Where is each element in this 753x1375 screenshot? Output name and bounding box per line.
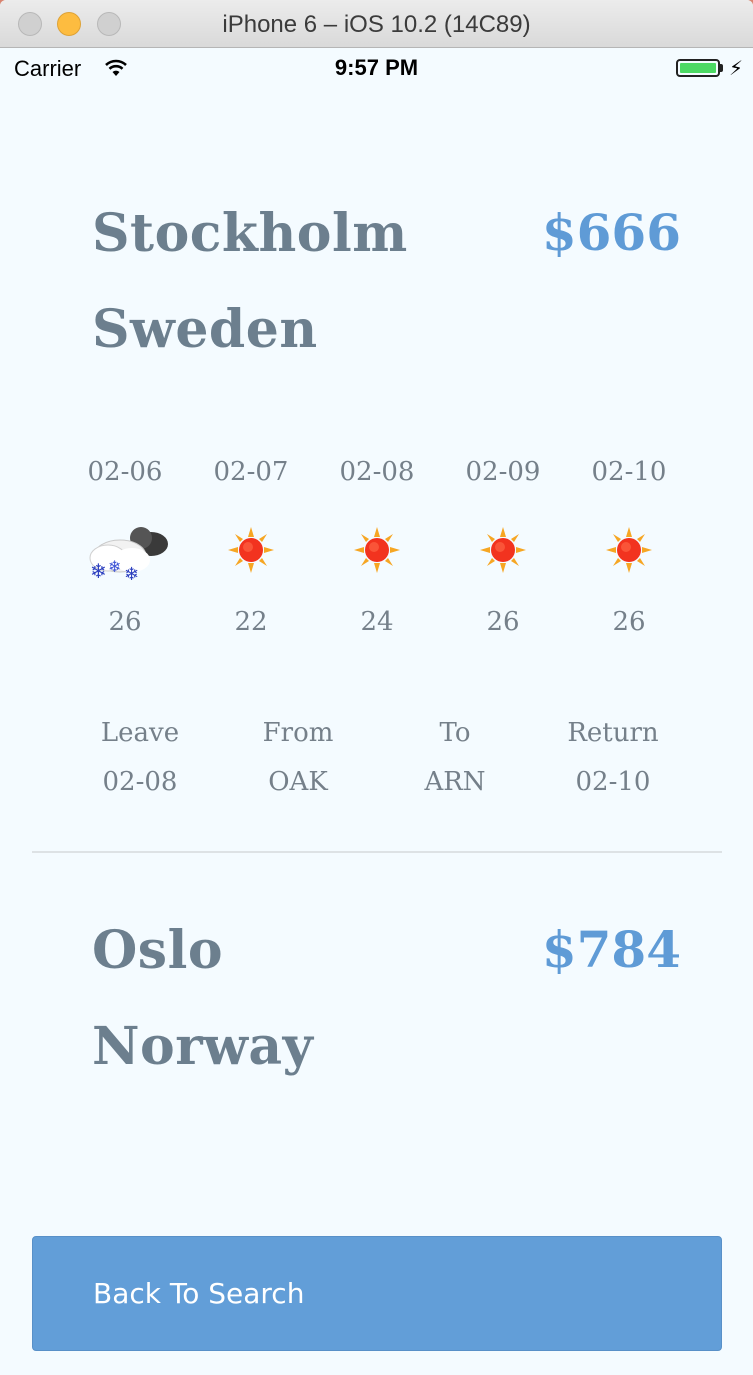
simulator-window: iPhone 6 – iOS 10.2 (14C89) Carrier 9:57… xyxy=(0,0,753,1375)
card-divider xyxy=(32,851,722,853)
window-title: iPhone 6 – iOS 10.2 (14C89) xyxy=(222,11,531,38)
flight-to-value: ARN xyxy=(424,767,486,797)
forecast-temp: 24 xyxy=(360,607,394,637)
sun-icon xyxy=(606,527,652,578)
flight-from-value: OAK xyxy=(268,767,328,797)
flight-leave-label: Leave xyxy=(100,718,180,748)
forecast-day: 02-10 xyxy=(569,457,689,487)
window-titlebar: iPhone 6 – iOS 10.2 (14C89) xyxy=(0,0,753,48)
destination-price: $784 xyxy=(541,920,681,979)
battery-tip xyxy=(720,64,723,72)
forecast-temp: 26 xyxy=(612,607,646,637)
destination-country: Sweden xyxy=(92,299,318,360)
flight-leave-value: 02-08 xyxy=(102,767,178,797)
snow-cloud-icon: ❄ ❄ ❄ xyxy=(86,520,174,587)
flight-return-value: 02-10 xyxy=(575,767,651,797)
svg-text:❄: ❄ xyxy=(124,564,139,582)
back-to-search-label: Back To Search xyxy=(93,1277,305,1310)
forecast-temp: 26 xyxy=(486,607,520,637)
forecast-day: 02-06 xyxy=(65,457,185,487)
destination-city: Stockholm xyxy=(92,203,408,264)
forecast-date: 02-10 xyxy=(591,457,667,487)
forecast-day: 02-09 xyxy=(443,457,563,487)
charging-bolt-icon: ⚡︎ xyxy=(729,58,744,80)
status-bar: Carrier 9:57 PM ⚡︎ xyxy=(0,48,753,88)
sun-icon xyxy=(480,527,526,578)
forecast-date: 02-09 xyxy=(465,457,541,487)
flight-return-label: Return xyxy=(567,718,659,748)
forecast-date: 02-07 xyxy=(213,457,289,487)
destination-city: Oslo xyxy=(92,920,224,981)
flight-to-label: To xyxy=(439,718,471,748)
status-time: 9:57 PM xyxy=(334,55,419,80)
svg-text:❄: ❄ xyxy=(90,559,107,582)
sun-icon xyxy=(228,527,274,578)
forecast-temp: 26 xyxy=(108,607,142,637)
forecast-temp: 22 xyxy=(234,607,268,637)
forecast-day: 02-08 xyxy=(317,457,437,487)
forecast-date: 02-06 xyxy=(87,457,163,487)
back-to-search-button[interactable]: Back To Search xyxy=(32,1236,722,1351)
flight-from-label: From xyxy=(262,718,334,748)
battery-icon xyxy=(676,59,720,77)
svg-text:❄: ❄ xyxy=(108,557,121,576)
forecast-date: 02-08 xyxy=(339,457,415,487)
destination-price: $666 xyxy=(541,203,681,262)
forecast-day: 02-07 xyxy=(191,457,311,487)
sun-icon xyxy=(354,527,400,578)
destination-country: Norway xyxy=(92,1016,314,1077)
